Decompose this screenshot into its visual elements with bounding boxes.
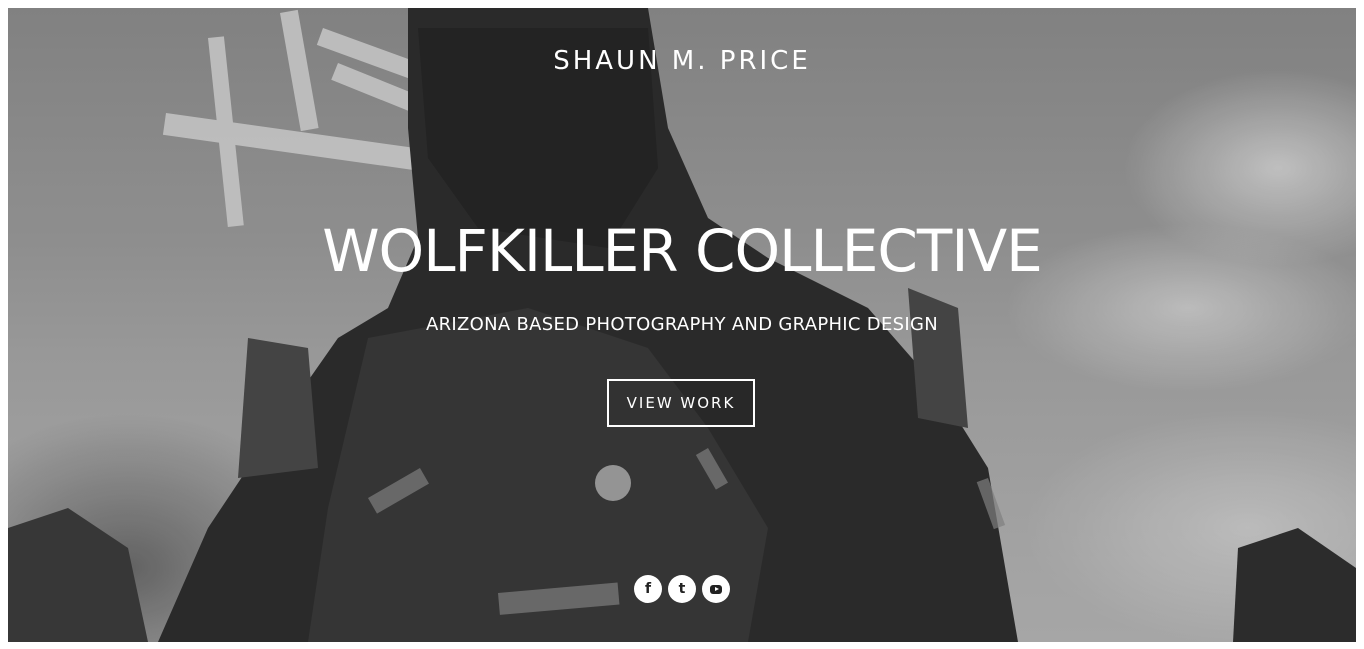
hero-section: SHAUN M. PRICE WOLFKILLER COLLECTIVE ARI… [8,8,1356,642]
youtube-icon [710,584,722,594]
tumblr-link[interactable]: t [668,575,696,603]
hero-heading: WOLFKILLER COLLECTIVE [322,217,1043,285]
facebook-icon: f [644,581,652,597]
youtube-link[interactable] [702,575,730,603]
facebook-link[interactable]: f [634,575,662,603]
view-work-button[interactable]: VIEW WORK [607,379,755,427]
hero-subheading: ARIZONA BASED PHOTOGRAPHY AND GRAPHIC DE… [425,314,938,335]
view-work-label: VIEW WORK [626,394,736,412]
tumblr-icon: t [678,581,686,597]
site-title-link[interactable]: SHAUN M. PRICE [8,46,1356,76]
social-links: f t [8,575,1356,603]
